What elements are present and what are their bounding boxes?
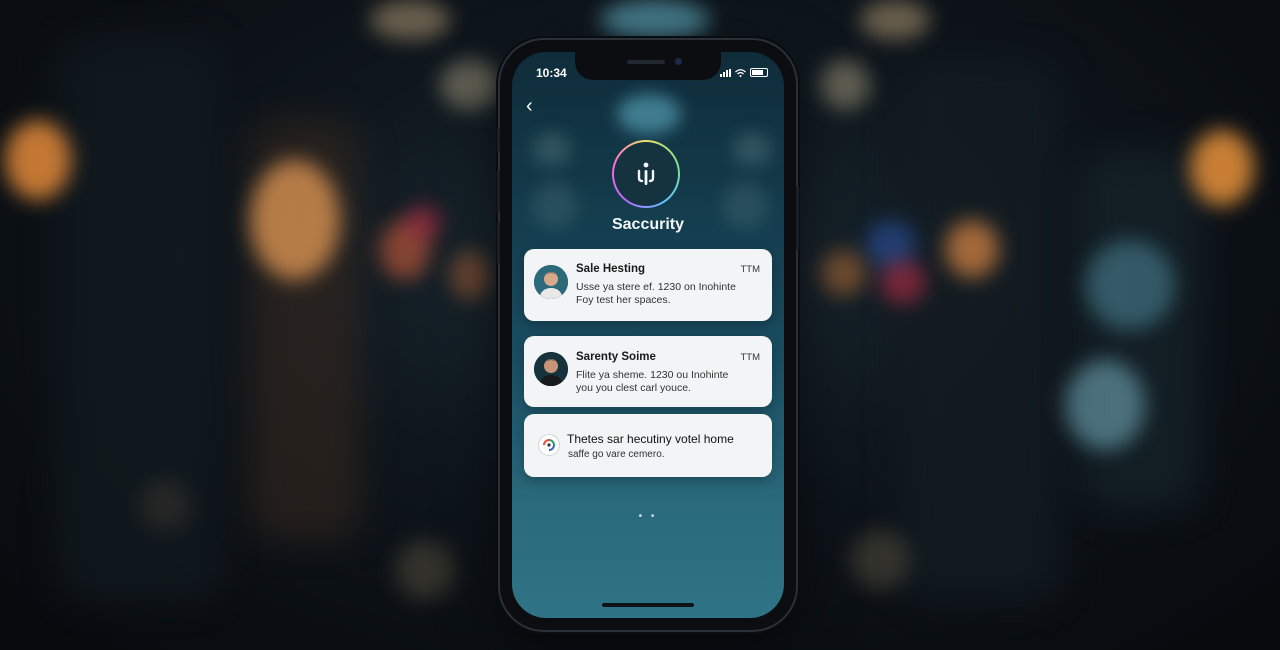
- avatar: [534, 265, 568, 299]
- notification-title: Sale Hesting: [576, 263, 646, 275]
- phone-frame: 10:34 ‹ Saccurity Sale Hesting TTM Usse …: [497, 40, 799, 630]
- notification-body-line1: Flite ya sheme. 1230 ou Inohinte: [576, 369, 729, 381]
- front-camera: [675, 58, 682, 65]
- notification-card[interactable]: Sale Hesting TTM Usse ya stere ef. 1230 …: [524, 249, 772, 321]
- security-logo-icon: [637, 162, 655, 185]
- wifi-icon: [735, 68, 746, 77]
- page-indicator[interactable]: • •: [512, 511, 784, 522]
- volume-down-button[interactable]: [497, 222, 500, 264]
- notification-time: TTM: [740, 264, 760, 275]
- status-icons: [720, 68, 768, 77]
- volume-up-button[interactable]: [497, 170, 500, 212]
- notification-body-line1: Usse ya stere ef. 1230 on Inohinte: [576, 281, 736, 293]
- notification-title: Sarenty Soime: [576, 351, 656, 363]
- avatar: [534, 352, 568, 386]
- status-time: 10:34: [536, 66, 567, 80]
- notification-body-line2: you you clest carl youce.: [576, 382, 691, 394]
- home-indicator[interactable]: [602, 603, 694, 607]
- notification-time: TTM: [740, 352, 760, 363]
- notification-card[interactable]: Sarenty Soime TTM Flite ya sheme. 1230 o…: [524, 336, 772, 407]
- mute-switch[interactable]: [497, 128, 500, 152]
- notification-card[interactable]: Thetes sar hecutiny votel home saffe go …: [524, 414, 772, 477]
- notification-body-line1: saffe go vare cemero.: [568, 449, 665, 460]
- power-button[interactable]: [796, 186, 799, 250]
- battery-icon: [750, 68, 768, 77]
- app-logo: [612, 140, 680, 208]
- cellular-signal-icon: [720, 68, 731, 77]
- app-badge-icon: [538, 434, 560, 456]
- notification-title: Thetes sar hecutiny votel home: [567, 432, 734, 446]
- phone-screen: 10:34 ‹ Saccurity Sale Hesting TTM Usse …: [512, 52, 784, 618]
- notch: [575, 52, 721, 80]
- speaker-grille: [627, 60, 665, 64]
- back-button[interactable]: ‹: [526, 96, 533, 116]
- app-title: Saccurity: [611, 216, 685, 233]
- notification-body-line2: Foy test her spaces.: [576, 294, 671, 306]
